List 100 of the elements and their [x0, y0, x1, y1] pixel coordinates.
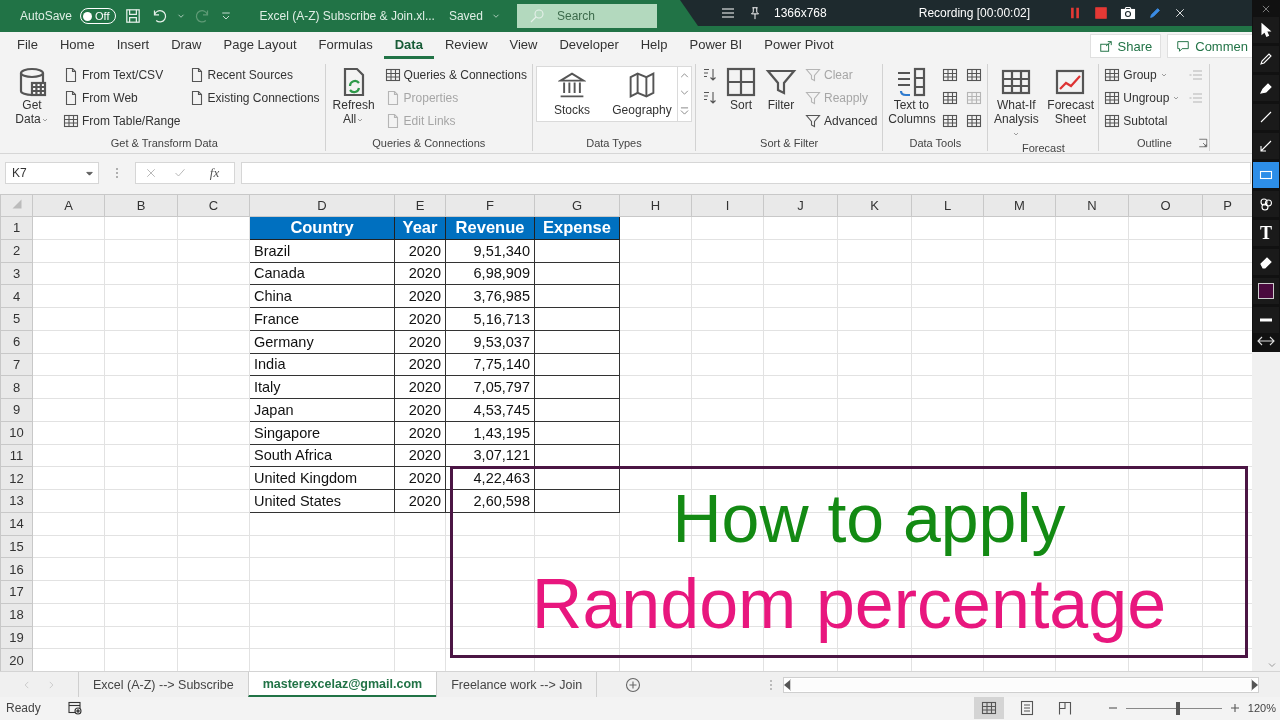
ribbon-button[interactable]: Existing Connections: [186, 87, 322, 108]
resolution-label: 1366x768: [774, 6, 827, 20]
ribbon-button[interactable]: Ungroup: [1102, 87, 1183, 108]
recording-status: Recording [00:00:02]: [918, 6, 1031, 20]
row-header[interactable]: 16: [0, 557, 33, 581]
group-title: Data Types: [586, 137, 642, 149]
ribbon-tab[interactable]: File: [6, 33, 49, 59]
column-header[interactable]: H: [619, 194, 692, 217]
ribbon-tab[interactable]: Draw: [160, 33, 213, 59]
column-header[interactable]: J: [763, 194, 838, 217]
ribbon-button[interactable]: Recent Sources: [186, 64, 322, 85]
column-header[interactable]: P: [1202, 194, 1252, 217]
ribbon-button[interactable]: Text to Columns: [886, 64, 937, 128]
table-cell: 3,76,985: [445, 284, 535, 308]
row-header[interactable]: 12: [0, 466, 33, 490]
comments-button[interactable]: Commen: [1167, 34, 1252, 58]
column-header[interactable]: K: [837, 194, 912, 217]
gallery-item[interactable]: Stocks: [536, 67, 607, 121]
row-header[interactable]: 2: [0, 239, 33, 262]
ribbon-tab[interactable]: View: [498, 33, 549, 59]
row-header[interactable]: 4: [0, 284, 33, 308]
document-title: Excel (A-Z) Subscribe & Join.xl...: [259, 9, 435, 23]
ribbon-button[interactable]: Sort: [722, 64, 759, 114]
column-header[interactable]: D: [249, 194, 395, 217]
table-cell: Brazil: [249, 239, 395, 262]
table-cell: 2020: [394, 398, 446, 422]
row-header[interactable]: 7: [0, 353, 33, 376]
ribbon-tab[interactable]: Home: [48, 33, 106, 59]
ribbon-button[interactable]: Forecast Sheet: [1045, 64, 1096, 128]
column-header[interactable]: N: [1055, 194, 1129, 217]
ribbon-button[interactable]: Subtotal: [1102, 110, 1183, 131]
column-header[interactable]: B: [104, 194, 178, 217]
table-cell: 2020: [394, 330, 446, 353]
table-cell: Japan: [249, 398, 395, 422]
table-cell: 3,07,121: [445, 444, 535, 467]
column-header[interactable]: M: [983, 194, 1056, 217]
table-cell: China: [249, 284, 395, 308]
ribbon-tab[interactable]: Power BI: [678, 33, 754, 59]
save-status: Saved: [448, 9, 483, 23]
caption-heading: How to apply: [671, 479, 1066, 558]
table-cell: 2020: [394, 375, 446, 399]
row-header[interactable]: 20: [0, 648, 33, 671]
ribbon-tab[interactable]: Review: [433, 33, 499, 59]
group-title: Outline: [1136, 137, 1172, 149]
row-header[interactable]: 8: [0, 375, 33, 399]
row-header[interactable]: 17: [0, 580, 33, 604]
table-cell: India: [249, 353, 395, 376]
sheet-tab[interactable]: masterexcelaz@gmail.com: [247, 672, 437, 697]
ribbon-tab[interactable]: Insert: [105, 33, 161, 59]
table-cell: 2020: [394, 466, 446, 490]
ribbon-button[interactable]: Advanced: [802, 110, 880, 131]
row-header[interactable]: 1: [0, 216, 33, 240]
column-header[interactable]: I: [691, 194, 764, 217]
table-cell: Canada: [249, 262, 395, 285]
column-header[interactable]: O: [1128, 194, 1203, 217]
ribbon-button[interactable]: Group: [1102, 64, 1183, 85]
ribbon-tab[interactable]: Power Pivot: [753, 33, 845, 59]
ribbon-button[interactable]: Refresh All: [328, 64, 379, 128]
column-header[interactable]: A: [32, 194, 105, 217]
table-cell: 2020: [394, 353, 446, 376]
table-cell: 2020: [394, 307, 446, 331]
row-header[interactable]: 13: [0, 489, 33, 513]
insert-function-button[interactable]: fx: [203, 164, 226, 182]
ribbon-button[interactable]: Filter: [762, 64, 799, 114]
ribbon-button[interactable]: From Table/Range: [61, 110, 183, 131]
column-header[interactable]: G: [534, 194, 620, 217]
search-field[interactable]: Search: [516, 4, 657, 28]
column-header[interactable]: E: [394, 194, 446, 217]
column-header[interactable]: F: [445, 194, 535, 217]
group-title: Forecast: [1021, 142, 1065, 154]
ribbon-tab[interactable]: Page Layout: [212, 33, 308, 59]
name-box[interactable]: K7: [5, 162, 99, 184]
row-header[interactable]: 15: [0, 535, 33, 558]
ribbon-button[interactable]: From Text/CSV: [61, 64, 183, 85]
row-header[interactable]: 5: [0, 307, 33, 331]
table-cell: United States: [249, 489, 395, 513]
row-header[interactable]: 19: [0, 626, 33, 649]
table-cell: United Kingdom: [249, 466, 395, 490]
ribbon-button[interactable]: Get Data: [7, 64, 57, 128]
gallery-item[interactable]: Geography: [606, 67, 677, 121]
ribbon-button[interactable]: Queries & Connections: [382, 64, 529, 85]
row-header[interactable]: 11: [0, 444, 33, 467]
table-cell: France: [249, 307, 395, 331]
ribbon-button[interactable]: What-If Analysis: [991, 64, 1042, 142]
share-button[interactable]: Share: [1089, 34, 1162, 58]
row-header[interactable]: 6: [0, 330, 33, 353]
row-header[interactable]: 10: [0, 421, 33, 444]
ribbon-tab[interactable]: Help: [629, 33, 679, 59]
row-header[interactable]: 14: [0, 512, 33, 535]
row-header[interactable]: 3: [0, 262, 33, 285]
table-cell: 5,16,713: [445, 307, 535, 331]
table-cell: 4,53,745: [445, 398, 535, 422]
ribbon-button[interactable]: From Web: [61, 87, 183, 108]
ribbon-tab[interactable]: Developer: [548, 33, 630, 59]
row-header[interactable]: 9: [0, 398, 33, 422]
ribbon-tab[interactable]: Formulas: [307, 33, 384, 59]
column-header[interactable]: C: [177, 194, 250, 217]
text-tool[interactable]: T: [1253, 220, 1279, 246]
row-header[interactable]: 18: [0, 603, 33, 626]
column-header[interactable]: L: [911, 194, 984, 217]
